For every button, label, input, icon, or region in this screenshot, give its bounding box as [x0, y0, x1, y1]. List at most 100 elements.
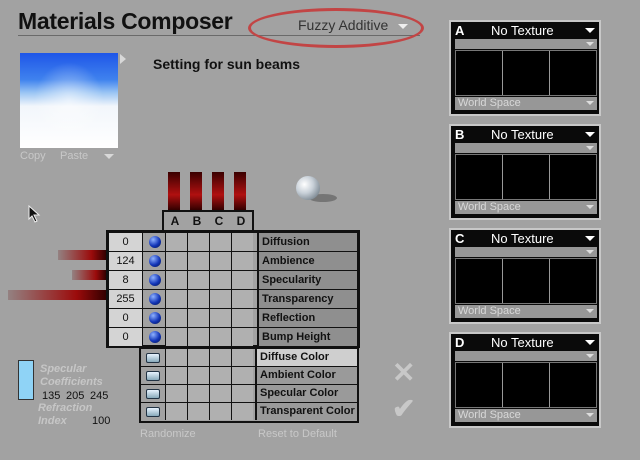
close-icon[interactable]: ✕: [392, 356, 415, 389]
color-swatch-icon[interactable]: [146, 353, 160, 363]
grid-cell[interactable]: [231, 233, 253, 251]
chevron-down-icon[interactable]: [585, 28, 595, 33]
property-value[interactable]: 0: [109, 328, 143, 346]
sphere-dot-icon[interactable]: [149, 255, 161, 267]
column-header: A B C D: [162, 210, 254, 230]
chevron-down-icon[interactable]: [585, 236, 595, 241]
grid-cell[interactable]: [187, 290, 209, 308]
sphere-dot-icon[interactable]: [149, 274, 161, 286]
grid-cell[interactable]: [209, 309, 231, 327]
grid-cell[interactable]: [209, 271, 231, 289]
randomize-button[interactable]: Randomize: [140, 428, 196, 440]
grid-cell[interactable]: [231, 290, 253, 308]
space-select[interactable]: World Space: [455, 305, 597, 318]
specular-r-value[interactable]: 135: [42, 390, 60, 402]
grid-cell[interactable]: [165, 233, 187, 251]
chevron-down-icon[interactable]: [586, 101, 594, 105]
grid-cell[interactable]: [165, 290, 187, 308]
specular-g-value[interactable]: 205: [66, 390, 84, 402]
chevron-down-icon[interactable]: [104, 154, 114, 159]
texture-option-bar[interactable]: [455, 247, 597, 257]
sphere-dot-icon[interactable]: [149, 331, 161, 343]
grid-cell[interactable]: [231, 403, 253, 420]
paste-button[interactable]: Paste: [60, 150, 88, 162]
texture-panel-c: C No Texture World Space: [449, 228, 601, 324]
texture-select[interactable]: No Texture: [491, 23, 554, 38]
chevron-down-icon[interactable]: [586, 354, 594, 358]
grid-cell[interactable]: [231, 271, 253, 289]
chevron-down-icon[interactable]: [586, 309, 594, 313]
texture-option-bar[interactable]: [455, 351, 597, 361]
sphere-icon[interactable]: [296, 176, 320, 200]
grid-cell[interactable]: [187, 328, 209, 346]
grid-cell[interactable]: [165, 403, 187, 420]
sphere-dot-icon[interactable]: [149, 236, 161, 248]
grid-cell[interactable]: [209, 290, 231, 308]
grid-cell[interactable]: [209, 252, 231, 270]
grid-cell[interactable]: [231, 349, 253, 366]
property-value[interactable]: 8: [109, 271, 143, 289]
grid-cell[interactable]: [187, 385, 209, 402]
grid-cell[interactable]: [187, 252, 209, 270]
space-label: World Space: [458, 97, 521, 109]
grid-cell[interactable]: [165, 309, 187, 327]
play-icon[interactable]: [120, 54, 126, 64]
grid-cell[interactable]: [187, 233, 209, 251]
color-swatch-icon[interactable]: [146, 407, 160, 417]
specular-swatch[interactable]: [18, 360, 34, 400]
space-select[interactable]: World Space: [455, 409, 597, 422]
chevron-down-icon[interactable]: [586, 146, 594, 150]
chevron-down-icon[interactable]: [586, 42, 594, 46]
chevron-down-icon[interactable]: [585, 340, 595, 345]
grid-cell[interactable]: [187, 349, 209, 366]
property-label: Ambience: [257, 252, 357, 270]
grid-cell[interactable]: [165, 349, 187, 366]
color-swatch-icon[interactable]: [146, 389, 160, 399]
sphere-dot-icon[interactable]: [149, 312, 161, 324]
grid-cell[interactable]: [165, 271, 187, 289]
property-value[interactable]: 255: [109, 290, 143, 308]
space-select[interactable]: World Space: [455, 97, 597, 110]
grid-cell[interactable]: [209, 328, 231, 346]
chevron-down-icon[interactable]: [586, 413, 594, 417]
copy-button[interactable]: Copy: [20, 150, 46, 162]
grid-cell[interactable]: [187, 367, 209, 384]
grid-cell[interactable]: [187, 309, 209, 327]
grid-cell[interactable]: [231, 309, 253, 327]
chevron-down-icon[interactable]: [586, 205, 594, 209]
grid-cell[interactable]: [165, 367, 187, 384]
grid-cell[interactable]: [209, 403, 231, 420]
grid-cell[interactable]: [165, 328, 187, 346]
property-value[interactable]: 0: [109, 309, 143, 327]
grid-cell[interactable]: [231, 328, 253, 346]
texture-option-bar[interactable]: [455, 39, 597, 49]
property-value[interactable]: 124: [109, 252, 143, 270]
color-grid: Diffuse Color Ambient Color Specular Col…: [139, 347, 359, 423]
grid-cell[interactable]: [187, 271, 209, 289]
grid-cell[interactable]: [209, 349, 231, 366]
grid-cell[interactable]: [209, 385, 231, 402]
chevron-down-icon[interactable]: [586, 250, 594, 254]
grid-cell[interactable]: [209, 233, 231, 251]
texture-select[interactable]: No Texture: [491, 335, 554, 350]
refraction-value[interactable]: 100: [92, 415, 110, 427]
grid-cell[interactable]: [187, 403, 209, 420]
texture-select[interactable]: No Texture: [491, 231, 554, 246]
space-select[interactable]: World Space: [455, 201, 597, 214]
property-value[interactable]: 0: [109, 233, 143, 251]
grid-cell[interactable]: [231, 385, 253, 402]
reset-button[interactable]: Reset to Default: [258, 428, 337, 440]
chevron-down-icon[interactable]: [585, 132, 595, 137]
texture-select[interactable]: No Texture: [491, 127, 554, 142]
sphere-dot-icon[interactable]: [149, 293, 161, 305]
color-swatch-icon[interactable]: [146, 371, 160, 381]
specular-b-value[interactable]: 245: [90, 390, 108, 402]
check-icon[interactable]: ✔: [392, 392, 415, 425]
grid-cell[interactable]: [231, 252, 253, 270]
grid-cell[interactable]: [165, 385, 187, 402]
texture-option-bar[interactable]: [455, 143, 597, 153]
texture-panel-b: B No Texture World Space: [449, 124, 601, 220]
grid-cell[interactable]: [165, 252, 187, 270]
grid-cell[interactable]: [231, 367, 253, 384]
grid-cell[interactable]: [209, 367, 231, 384]
